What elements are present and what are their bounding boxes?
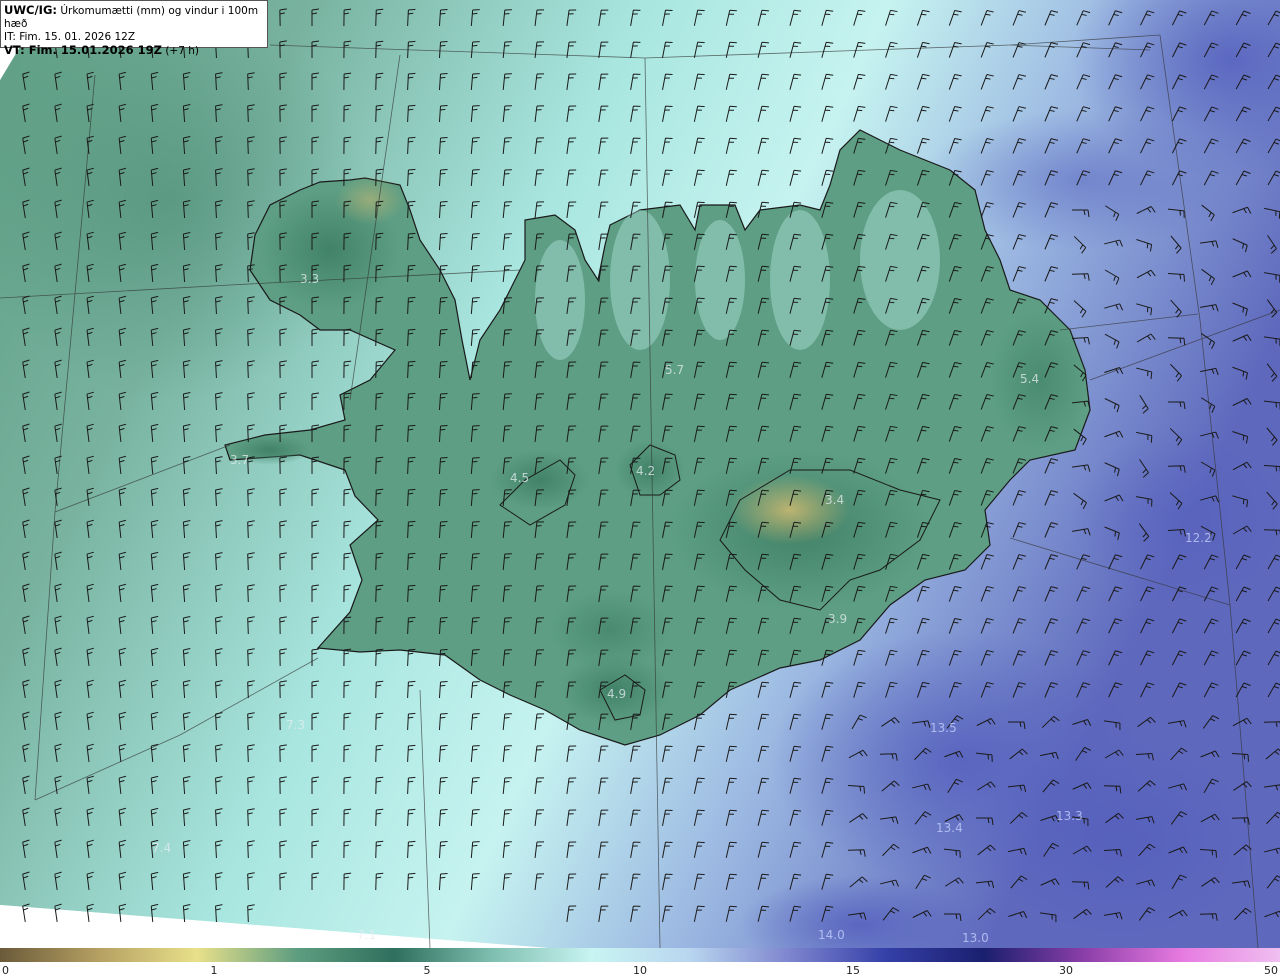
forecast-hour: (+7 h) (165, 45, 199, 57)
colorbar-tick: 5 (423, 964, 431, 977)
map-title-box: UWC/IG: Úrkomumætti (mm) og vindur i 100… (0, 0, 268, 57)
colorbar-tick: 1 (210, 964, 218, 977)
colorbar-tick: 10 (633, 964, 647, 977)
map-value: 13.0 (962, 931, 989, 945)
colorbar-tick: 0 (2, 964, 9, 977)
map-value: 3.3 (300, 272, 319, 286)
map-value: 3.7 (230, 453, 249, 467)
map-value: 7.1 (357, 928, 376, 942)
map-value: 13.4 (936, 821, 963, 835)
map-value: 4.9 (607, 687, 626, 701)
map-value: 7.4 (152, 841, 171, 855)
map-value: 4.5 (510, 471, 529, 485)
model-name: UWC/IG: (4, 3, 57, 17)
map-value: 3.9 (828, 612, 847, 626)
colorbar-tick: 50 (1264, 964, 1278, 977)
map-value: 4.2 (636, 464, 655, 478)
map-value: 13.5 (930, 721, 957, 735)
map-value: 12.2 (1185, 531, 1212, 545)
colorbar-legend: 0 1 5 10 15 30 50 (0, 948, 1280, 978)
map-value: 7.3 (286, 718, 305, 732)
map-value: 5.4 (1020, 372, 1039, 386)
valid-time: VT: Fim. 15.01.2026 19Z (4, 43, 162, 57)
map-value: 14.0 (818, 928, 845, 942)
precipitable-water-map: 3.3 5.7 5.4 3.7 4.5 4.2 3.4 3.9 4.9 12.2… (0, 0, 1280, 948)
map-value: 13.3 (1056, 809, 1083, 823)
map-value: 3.4 (825, 493, 844, 507)
colorbar-tick: 30 (1059, 964, 1073, 977)
colorbar-strip (0, 948, 1280, 962)
colorbar-tick: 15 (846, 964, 860, 977)
map-value: 5.7 (665, 363, 684, 377)
